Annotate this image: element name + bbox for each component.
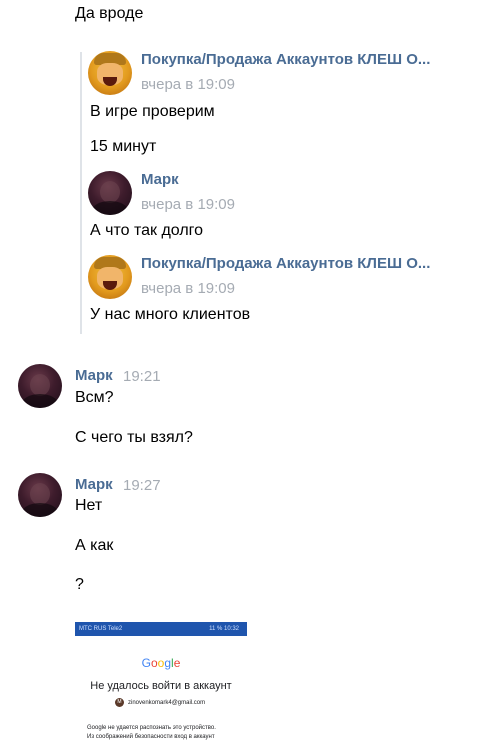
attachment-battery-time: 11 % 10:32: [209, 626, 239, 632]
message-text: А как: [75, 537, 114, 554]
google-logo: Google: [75, 656, 247, 670]
message-timestamp: 19:21: [123, 368, 161, 385]
clash-of-clans-avatar[interactable]: [88, 51, 132, 95]
forwarded-message-text: А что так долго: [90, 222, 204, 239]
message-text: Да вроде: [75, 5, 144, 22]
attachment-description-line: Из соображений безопасности вход в аккау…: [87, 734, 215, 740]
account-avatar-icon: M: [115, 698, 124, 707]
attachment-description: Google не удается распознать это устройс…: [87, 724, 216, 742]
chat-history: Да вроде Покупка/Продажа Аккаунтов КЛЕШ …: [0, 0, 480, 742]
google-logo-letter: G: [141, 656, 151, 670]
message-timestamp: 19:27: [123, 477, 161, 494]
message-text: ?: [75, 576, 84, 593]
attachment-account: Mzinovenkomark4@gmail.com: [115, 698, 205, 708]
account-email: zinovenkomark4@gmail.com: [128, 700, 206, 707]
forwarded-timestamp[interactable]: вчера в 19:09: [141, 280, 235, 297]
forwarded-timestamp[interactable]: вчера в 19:09: [141, 76, 235, 93]
attached-photo[interactable]: МТС RUS Tele2 11 % 10:32 Google Не удало…: [75, 622, 247, 742]
attachment-title: Не удалось войти в аккаунт: [90, 680, 232, 692]
user-avatar[interactable]: [18, 473, 62, 517]
forwarded-messages-bar: [80, 52, 82, 334]
attachment-description-line: Google не удается распознать это устройс…: [87, 725, 216, 731]
clash-of-clans-avatar[interactable]: [88, 255, 132, 299]
forwarded-message-text: У нас много клиентов: [90, 306, 251, 323]
forwarded-timestamp[interactable]: вчера в 19:09: [141, 196, 235, 213]
message-text: С чего ты взял?: [75, 429, 193, 446]
google-logo-letter: e: [173, 656, 181, 670]
message-text: Всм?: [75, 389, 114, 406]
forwarded-message-text: 15 минут: [90, 138, 157, 155]
attachment-status-bar: МТС RUS Tele2 11 % 10:32: [75, 622, 247, 636]
google-logo-letter: o: [150, 656, 158, 670]
message-text: Нет: [75, 497, 103, 514]
user-avatar[interactable]: [88, 171, 132, 215]
user-avatar[interactable]: [18, 364, 62, 408]
message-author-name[interactable]: Марк: [75, 367, 113, 384]
forwarded-message-text: В игре проверим: [90, 103, 215, 120]
forwarded-author-name[interactable]: Покупка/Продажа Аккаунтов КЛЕШ О...: [141, 51, 430, 68]
google-logo-letter: g: [164, 656, 172, 670]
forwarded-author-name[interactable]: Марк: [141, 171, 179, 188]
attachment-carrier-text: МТС RUS Tele2: [79, 626, 123, 632]
message-author-name[interactable]: Марк: [75, 476, 113, 493]
forwarded-author-name[interactable]: Покупка/Продажа Аккаунтов КЛЕШ О...: [141, 255, 430, 272]
